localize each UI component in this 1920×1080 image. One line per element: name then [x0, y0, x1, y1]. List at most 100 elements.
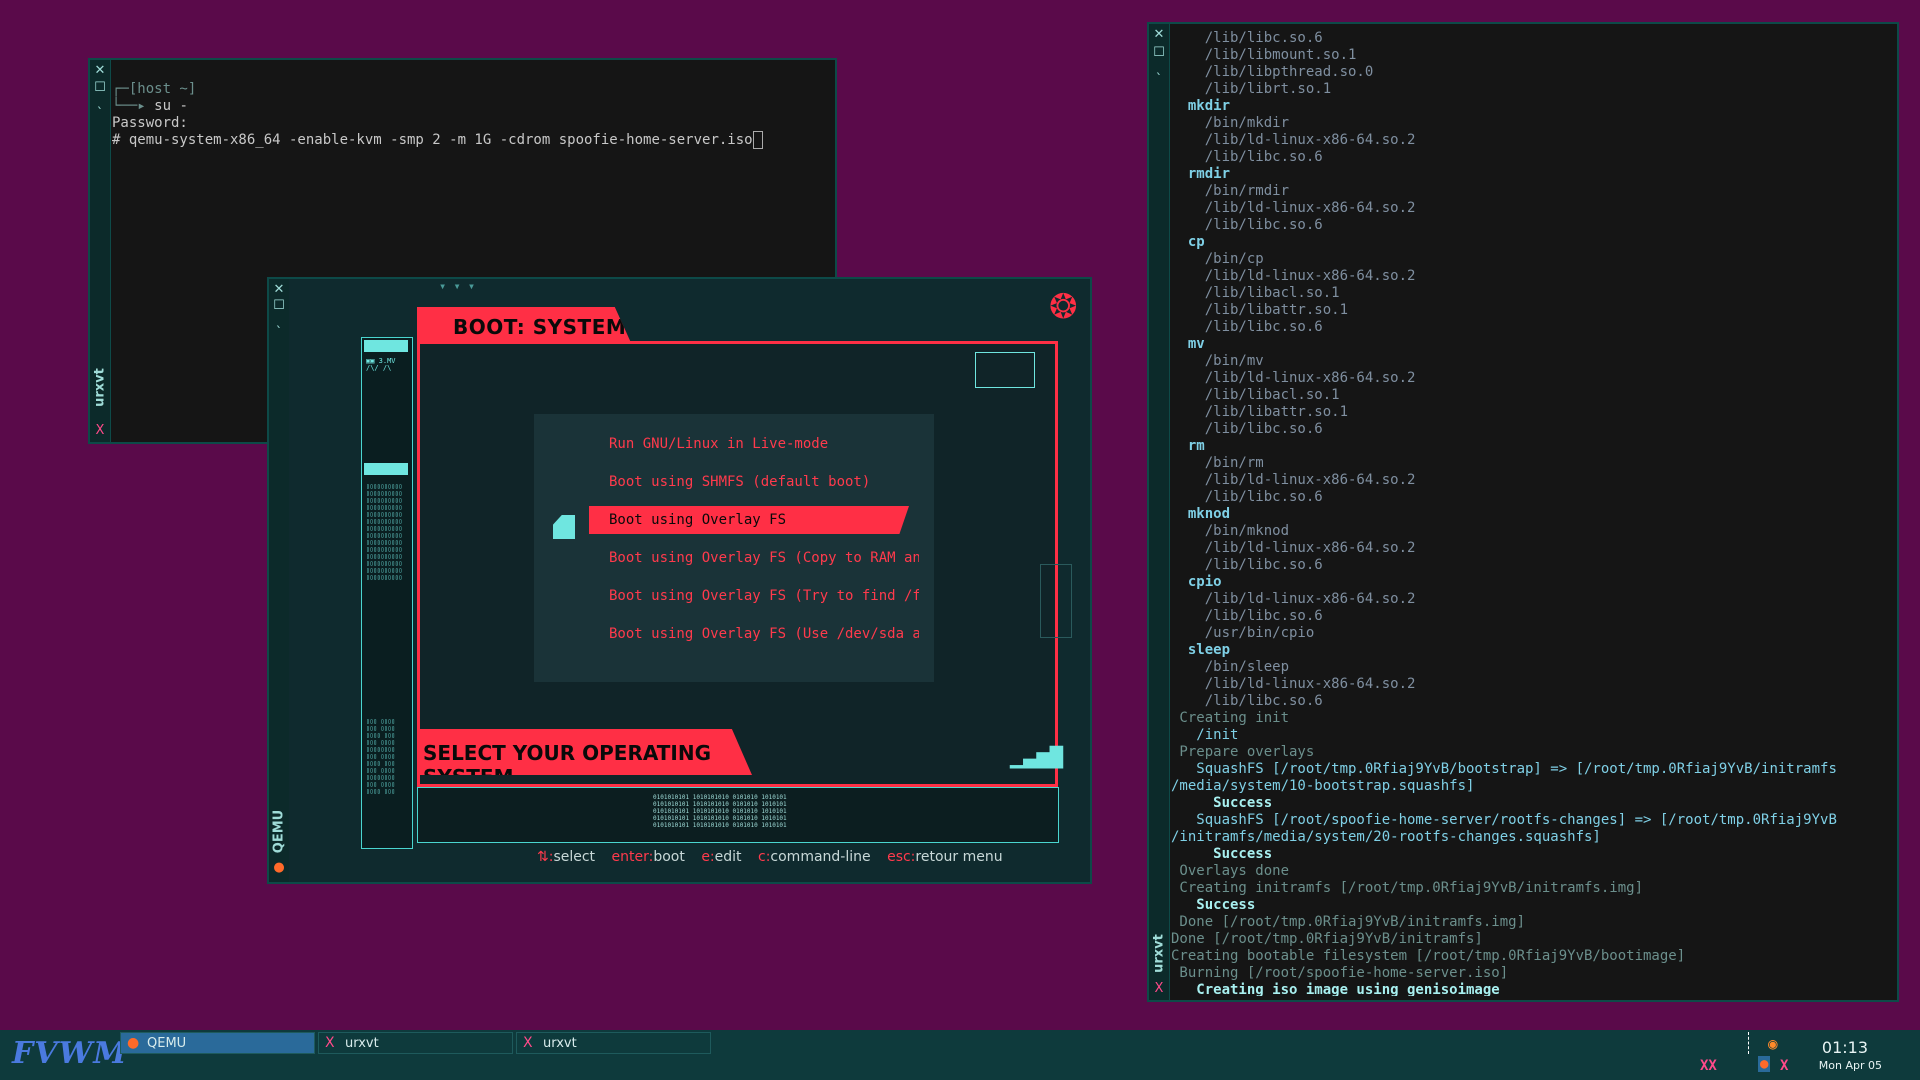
boot-panel: ▁▃▅▇ Run GNU/Linux in Live-mode Boot usi… [417, 341, 1072, 787]
cursor [752, 131, 764, 149]
terminal-line: /bin/cp [1171, 251, 1264, 267]
terminal-line: /lib/libc.so.6 [1171, 608, 1323, 624]
task-button-urxvt-1[interactable]: X urxvt [318, 1032, 513, 1054]
boot-title-tab: BOOT: SYSTEM [417, 307, 632, 345]
menu-item-overlay-ram[interactable]: Boot using Overlay FS (Copy to RAM anc [609, 544, 919, 572]
terminal-line: SquashFS [/root/tmp.0Rfiaj9YvB/bootstrap… [1171, 761, 1837, 777]
clock-date: Mon Apr 05 [1818, 1059, 1882, 1072]
terminal-line: /lib/libc.so.6 [1171, 557, 1323, 573]
key-cmdline-desc: command-line [770, 849, 871, 865]
urxvt-window-2[interactable]: ✕ ☐ ˎ urxvt X /lib/libc.so.6 /lib/libmou… [1147, 22, 1899, 1002]
terminal-line: /lib/ld-linux-x86-64.so.2 [1171, 472, 1416, 488]
minimize-icon[interactable]: ˎ [93, 96, 107, 110]
terminal-line: Prepare overlays [1171, 744, 1315, 760]
terminal-line: Creating init [1171, 710, 1290, 726]
task-label: QEMU [147, 1036, 187, 1051]
minimize-icon[interactable]: ˎ [1152, 62, 1166, 76]
terminal-line: /initramfs/media/system/20-rootfs-change… [1171, 829, 1601, 845]
maximize-icon[interactable]: ☐ [272, 299, 286, 313]
terminal-line: Creating iso image using genisoimage [1171, 982, 1500, 996]
terminal-line: /lib/libpthread.so.0 [1171, 64, 1374, 80]
x-icon: X [95, 423, 105, 438]
menu-item-overlay-find[interactable]: Boot using Overlay FS (Try to find /fi [609, 582, 919, 610]
key-enter: enter: [611, 849, 654, 865]
firefox-icon[interactable]: ◉ [1768, 1034, 1778, 1053]
menu-item-overlay[interactable]: Boot using Overlay FS [589, 506, 909, 534]
terminal-line: /lib/libattr.so.1 [1171, 302, 1349, 318]
footer-data: 0101010101 1010101010 0101010 1010101 01… [653, 794, 787, 829]
task-button-urxvt-2[interactable]: X urxvt [516, 1032, 711, 1054]
key-edit: e: [701, 849, 715, 865]
terminal-line: sleep [1171, 642, 1231, 658]
command-qemu: # qemu-system-x86_64 -enable-kvm -smp 2 … [112, 132, 753, 148]
terminal-line: /usr/bin/cpio [1171, 625, 1315, 641]
pager[interactable]: ◉ XX ● X [1700, 1032, 1798, 1078]
close-icon[interactable]: ✕ [1152, 28, 1166, 42]
x-icon: X [1154, 981, 1164, 996]
window-title: QEMU [271, 809, 287, 854]
task-button-qemu[interactable]: ● QEMU [120, 1032, 315, 1054]
left-status-panel: ▣▣ 3.MV /\/ /\ ▯▯▯▯▯▯▯▯▯▯ ▯▯▯▯▯▯▯▯▯▯ ▯▯▯… [361, 337, 413, 849]
close-icon[interactable]: ✕ [272, 283, 286, 297]
terminal-line: /lib/ld-linux-x86-64.so.2 [1171, 591, 1416, 607]
window-titlebar[interactable]: ✕ ☐ ˎ QEMU ● [269, 279, 290, 882]
taskbar: FVWM ● QEMU X urxvt X urxvt ◉ XX ● X 01:… [0, 1030, 1920, 1080]
window-titlebar[interactable]: ✕ ☐ ˎ urxvt X [1149, 24, 1170, 1000]
prompt-host: [host ~] [128, 81, 197, 97]
menu-item-shmfs[interactable]: Boot using SHMFS (default boot) [609, 468, 919, 496]
window-titlebar[interactable]: ✕ ☐ ˎ urxvt X [90, 60, 111, 442]
key-cmdline: c: [758, 849, 771, 865]
terminal-output[interactable]: /lib/libc.so.6 /lib/libmount.so.1 /lib/l… [1171, 30, 1893, 996]
terminal-line: /bin/rm [1171, 455, 1264, 471]
terminal-line: /init [1171, 727, 1239, 743]
key-edit-desc: edit [714, 849, 742, 865]
terminal-line: /lib/ld-linux-x86-64.so.2 [1171, 132, 1416, 148]
menu-item-overlay-sda[interactable]: Boot using Overlay FS (Use /dev/sda as [609, 620, 919, 648]
qemu-icon: ● [1758, 1056, 1771, 1072]
select-title-tab: SELECT YOUR OPERATING SYSTEM [417, 729, 752, 775]
menu-item-live[interactable]: Run GNU/Linux in Live-mode [609, 430, 919, 458]
key-esc-desc: retour menu [915, 849, 1003, 865]
key-help: ⇅:select enter:boot e:edit c:command-lin… [537, 849, 1015, 865]
terminal-line: /lib/libc.so.6 [1171, 693, 1323, 709]
boot-menu[interactable]: Run GNU/Linux in Live-mode Boot using SH… [534, 414, 934, 682]
close-icon[interactable]: ✕ [93, 64, 107, 78]
terminal-line: /bin/mv [1171, 353, 1264, 369]
terminal-line: /lib/libc.so.6 [1171, 217, 1323, 233]
x-icon: X [523, 1035, 533, 1051]
terminal-line: SquashFS [/root/spoofie-home-server/root… [1171, 812, 1837, 828]
grid-graphic [1040, 564, 1072, 638]
qemu-display[interactable]: ▾ ▾ ▾ ❂ ▣▣ 3.MV /\/ /\ ▯▯▯▯▯▯▯▯▯▯ ▯▯▯▯▯▯… [289, 279, 1090, 882]
terminal-line: Success [1171, 897, 1256, 913]
terminal-line: /lib/libacl.so.1 [1171, 387, 1340, 403]
terminal-line: /lib/libc.so.6 [1171, 421, 1323, 437]
maximize-icon[interactable]: ☐ [93, 81, 107, 95]
terminal-line: Creating initramfs [/root/tmp.0Rfiaj9YvB… [1171, 880, 1644, 896]
panel-bar [364, 340, 408, 352]
x-icon: X [325, 1035, 335, 1051]
terminal-line: /lib/libc.so.6 [1171, 489, 1323, 505]
terminal-line: /lib/libacl.so.1 [1171, 285, 1340, 301]
terminal-line: /lib/libattr.so.1 [1171, 404, 1349, 420]
terminal-line: mv [1171, 336, 1205, 352]
panel-text-a: ▣▣ 3.MV /\/ /\ [366, 357, 396, 372]
x-icon: X [1780, 1058, 1789, 1074]
minimize-icon[interactable]: ˎ [272, 315, 286, 329]
terminal-line: rmdir [1171, 166, 1231, 182]
terminal-line: /lib/ld-linux-x86-64.so.2 [1171, 268, 1416, 284]
terminal-line: Done [/root/tmp.0Rfiaj9YvB/initramfs.img… [1171, 914, 1526, 930]
terminal-line: mknod [1171, 506, 1231, 522]
fvwm-logo[interactable]: FVWM [12, 1036, 127, 1071]
pager-desk-1[interactable] [1700, 1032, 1749, 1054]
footer-data-panel: 0101010101 1010101010 0101010 1010101 01… [417, 787, 1059, 843]
terminal-line: /bin/rmdir [1171, 183, 1290, 199]
qemu-window[interactable]: ✕ ☐ ˎ QEMU ● ▾ ▾ ▾ ❂ ▣▣ 3.MV /\/ /\ ▯▯▯▯… [267, 277, 1092, 884]
terminal-line: /lib/ld-linux-x86-64.so.2 [1171, 200, 1416, 216]
key-select: ⇅: [537, 849, 554, 865]
terminal-line: /bin/sleep [1171, 659, 1290, 675]
clock-time[interactable]: 01:13 [1822, 1038, 1868, 1057]
maximize-icon[interactable]: ☐ [1152, 46, 1166, 60]
qemu-icon: ● [273, 860, 285, 875]
signal-bars-icon: ▁▃▅▇ [1010, 744, 1063, 769]
task-label: urxvt [345, 1036, 379, 1051]
